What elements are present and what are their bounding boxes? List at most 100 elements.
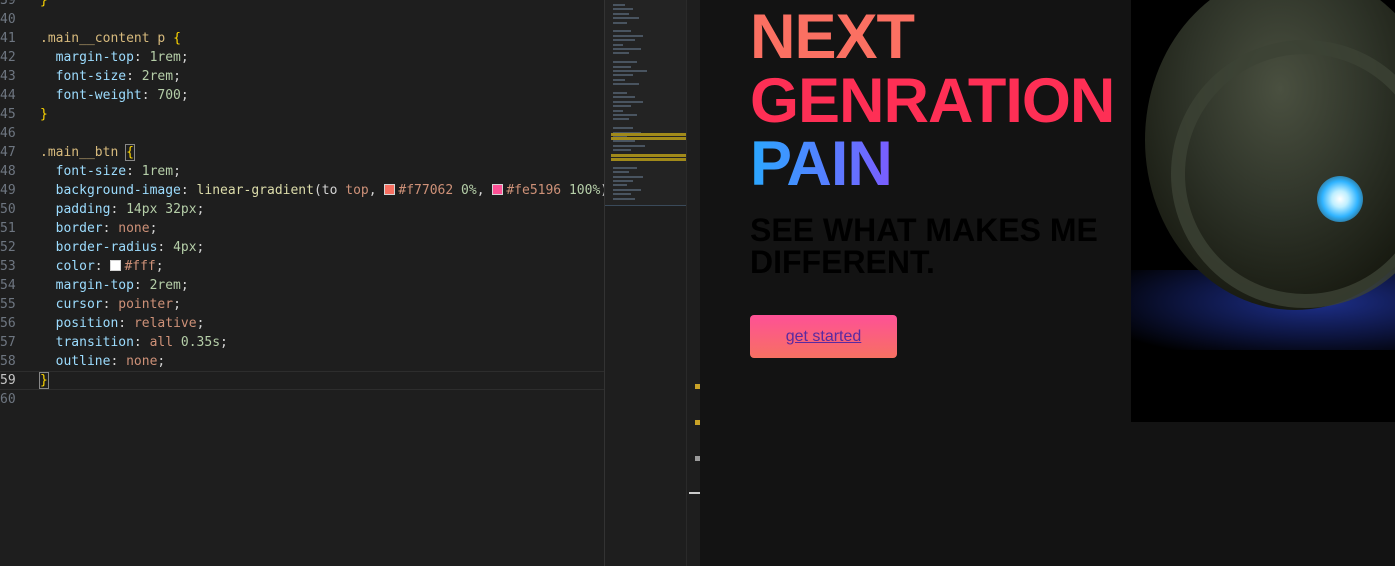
code-token: : [102, 297, 119, 312]
code-token: : [133, 335, 150, 350]
code-token: 0.35s [173, 335, 221, 350]
code-token: margin-top [40, 50, 134, 65]
code-token: all [149, 335, 174, 350]
code-token: (to [313, 183, 346, 198]
color-swatch-icon[interactable] [110, 260, 122, 271]
code-line[interactable]: 54 margin-top: 2rem; [0, 276, 604, 295]
code-token: ; [157, 354, 166, 369]
line-number: 51 [0, 221, 16, 236]
code-line[interactable]: 45} [0, 105, 604, 124]
code-token: 1rem [149, 50, 181, 65]
code-token: : [133, 278, 150, 293]
code-lines[interactable]: 39} 40 41 .main__content p {42 margin-top: … [0, 0, 604, 409]
code-line[interactable]: 44 font-weight: 700; [0, 86, 604, 105]
code-line[interactable]: 56 position: relative; [0, 314, 604, 333]
code-token: ; [155, 259, 164, 274]
code-line[interactable]: 59} [0, 371, 604, 390]
code-line[interactable]: 60 [0, 390, 604, 409]
code-text: font-size: 2rem; [40, 67, 181, 86]
line-number: 54 [0, 278, 16, 293]
code-token: cursor [40, 297, 103, 312]
line-number: 53 [0, 259, 16, 274]
code-token: : [180, 183, 197, 198]
line-number: 49 [0, 183, 16, 198]
code-line[interactable]: 42 margin-top: 1rem; [0, 48, 604, 67]
code-line[interactable]: 57 transition: all 0.35s; [0, 333, 604, 352]
code-token: padding [40, 202, 111, 217]
hero-image [1131, 0, 1395, 422]
code-token: : [110, 202, 127, 217]
code-line[interactable]: 48 font-size: 1rem; [0, 162, 604, 181]
code-token: } [39, 372, 49, 389]
code-token: none [126, 354, 158, 369]
get-started-button[interactable]: get started [750, 315, 897, 358]
code-editor[interactable]: 39} 40 41 .main__content p {42 margin-top: … [0, 0, 604, 566]
code-token: margin-top [40, 278, 134, 293]
code-token: : [94, 259, 111, 274]
code-line[interactable]: 49 background-image: linear-gradient(to … [0, 181, 604, 200]
line-number: 57 [0, 335, 16, 350]
code-text: background-image: linear-gradient(to top… [40, 181, 604, 200]
code-line[interactable]: 47 .main__btn { [0, 143, 604, 162]
code-token: border [40, 221, 103, 236]
code-token: 14px 32px [126, 202, 197, 217]
code-token: position [40, 316, 119, 331]
code-token: } [40, 107, 48, 122]
code-text: } [40, 0, 48, 10]
code-line[interactable]: 41 .main__content p { [0, 29, 604, 48]
line-number: 44 [0, 88, 16, 103]
line-number: 39 [0, 0, 16, 8]
code-token: none [118, 221, 150, 236]
color-swatch-icon[interactable] [384, 184, 396, 195]
code-token: ; [180, 278, 189, 293]
hero-title-line-1: NEXT [750, 2, 915, 72]
code-token: background-image [40, 183, 181, 198]
code-token: : [102, 221, 119, 236]
code-line[interactable]: 46 [0, 124, 604, 143]
code-token: : [157, 240, 174, 255]
code-token: outline [40, 354, 111, 369]
code-line[interactable]: 58 outline: none; [0, 352, 604, 371]
hero-tagline: SEE WHAT MAKES ME DIFFERENT. [750, 212, 1098, 280]
hero-title-line-3: PAIN [750, 129, 893, 199]
code-line[interactable]: 43 font-size: 2rem; [0, 67, 604, 86]
code-token: , [368, 183, 385, 198]
code-text: border: none; [40, 219, 158, 238]
scrollbar-cursor-marker [689, 492, 700, 494]
code-token: font-size [40, 69, 127, 84]
code-text: margin-top: 2rem; [40, 276, 189, 295]
line-number: 46 [0, 126, 16, 141]
code-token: font-size [40, 164, 127, 179]
code-token: } [40, 0, 48, 8]
code-line[interactable]: 40 [0, 10, 604, 29]
code-line[interactable]: 52 border-radius: 4px; [0, 238, 604, 257]
code-token: ; [173, 297, 181, 312]
code-token: 100% [561, 183, 601, 198]
code-token: : [126, 164, 142, 179]
code-token: ; [220, 335, 228, 350]
code-text: color: #fff; [40, 257, 164, 276]
editor-scrollbar[interactable] [686, 0, 701, 566]
line-number: 41 [0, 31, 16, 46]
code-token: : [118, 316, 134, 331]
code-line[interactable]: 51 border: none; [0, 219, 604, 238]
code-token: 700 [157, 88, 181, 103]
line-number: 59 [0, 373, 16, 388]
minimap[interactable] [604, 0, 687, 566]
code-line[interactable]: 55 cursor: pointer; [0, 295, 604, 314]
line-number: 56 [0, 316, 16, 331]
code-line[interactable]: 53 color: #fff; [0, 257, 604, 276]
code-token: : [133, 50, 150, 65]
code-token: #fff [124, 259, 156, 274]
code-token: .main__btn [40, 145, 127, 160]
code-line[interactable]: 50 padding: 14px 32px; [0, 200, 604, 219]
code-token: , [476, 183, 493, 198]
code-text: .main__content p { [40, 29, 181, 48]
code-token: font-weight [40, 88, 142, 103]
code-token: ; [173, 164, 181, 179]
color-swatch-icon[interactable] [492, 184, 504, 195]
code-text: font-weight: 700; [40, 86, 189, 105]
code-text: .main__btn { [40, 143, 135, 162]
code-line[interactable]: 39} [0, 0, 604, 10]
code-token: ; [196, 316, 205, 331]
